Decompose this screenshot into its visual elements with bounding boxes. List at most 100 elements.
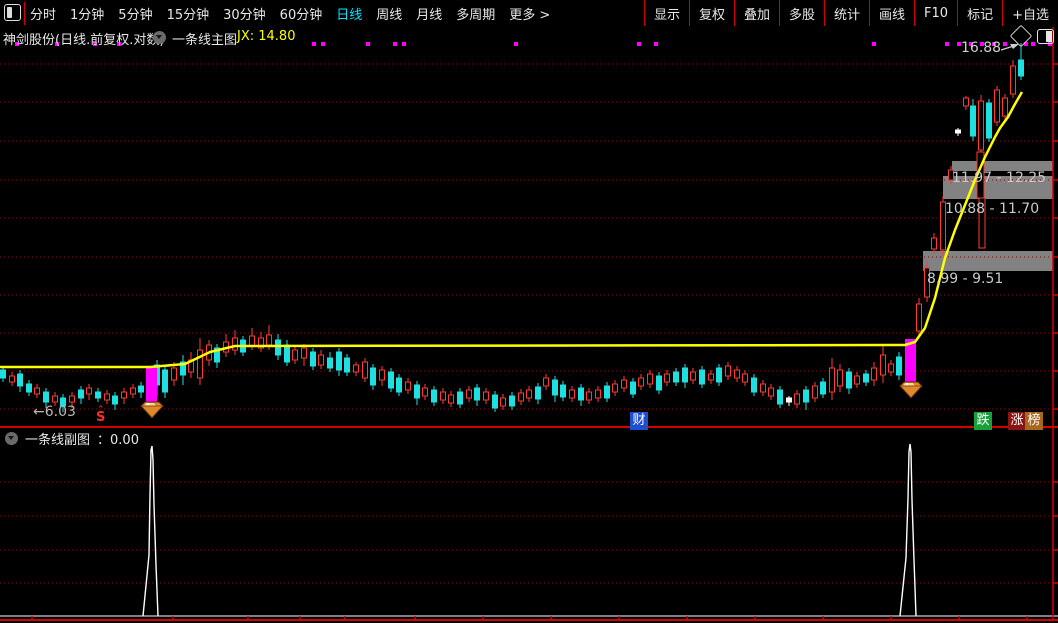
candle-body [284, 344, 290, 363]
signal-dot [312, 42, 316, 46]
low-price-callout: ←6.03 [33, 404, 76, 420]
candle-body [552, 379, 558, 396]
candle-body [647, 373, 653, 385]
candle-body [43, 391, 49, 403]
candle-body [1018, 59, 1024, 77]
candle-body [138, 385, 144, 393]
candle-body [734, 369, 740, 379]
candle-body [9, 375, 15, 383]
candle-body [829, 367, 835, 393]
candle-body [812, 385, 818, 399]
candle-body [760, 383, 766, 393]
candle-body [560, 384, 566, 398]
one-line-ma [0, 91, 1024, 369]
candle-body [362, 361, 368, 379]
candle-body [978, 100, 984, 151]
candle-body [310, 351, 316, 367]
candle-body [448, 394, 454, 404]
diamond-gem-sparkle [146, 402, 150, 406]
candle-body [777, 389, 783, 405]
kline-chart-canvas[interactable] [0, 0, 1058, 623]
badge-finance[interactable]: 财 [630, 412, 648, 430]
candle-body [742, 373, 748, 383]
candle-body [232, 337, 238, 351]
candle-body [682, 367, 688, 383]
candle-body [931, 237, 937, 250]
candle-body [526, 389, 532, 399]
candle-body [690, 371, 696, 381]
split-window-icon[interactable] [1037, 29, 1054, 44]
candle-body [457, 391, 463, 405]
candle-body [543, 377, 549, 387]
candle-body [820, 381, 826, 395]
badge-rise[interactable]: 涨 [1008, 412, 1026, 430]
main-indicator-name: 一条线主图 [172, 33, 238, 48]
candle-body [896, 356, 902, 376]
gap-band-label-2: 10.88 - 11.70 [945, 201, 1040, 217]
candle-body [17, 373, 23, 387]
candle-body [803, 389, 809, 403]
candle-body [673, 371, 679, 383]
candle-body [86, 387, 92, 395]
candle-body [863, 373, 869, 383]
candle-body [344, 357, 350, 373]
candle-body [994, 89, 1000, 123]
signal-dot [1031, 42, 1035, 46]
candle-body [34, 387, 40, 395]
candle-body [370, 367, 376, 386]
candle-body [955, 129, 961, 134]
signal-dot [637, 42, 641, 46]
badge-fall[interactable]: 跌 [974, 412, 992, 430]
candle-body [26, 383, 32, 393]
trading-app-window: 分时 1分钟 5分钟 15分钟 30分钟 60分钟 日线 周线 月线 多周期 更… [0, 0, 1058, 623]
candle-body [414, 384, 420, 399]
high-price-callout: 16.88 [961, 40, 1002, 56]
candle-body [483, 391, 489, 401]
candle-body [0, 369, 6, 379]
candle-body [604, 385, 610, 399]
candle-body [197, 349, 203, 379]
candle-body [121, 391, 127, 399]
candle-body [794, 393, 800, 405]
candle-body [292, 349, 298, 361]
candle-body [78, 389, 84, 399]
candle-body [854, 375, 860, 385]
candle-body [888, 363, 894, 373]
candle-body [1002, 97, 1008, 117]
candle-body [916, 303, 922, 332]
signal-dot [393, 42, 397, 46]
candle-body [95, 391, 101, 399]
candle-body [970, 105, 976, 137]
candle-body [612, 383, 618, 393]
badge-rank[interactable]: 榜 [1025, 412, 1043, 430]
candle-body [535, 386, 541, 400]
candle-body [466, 389, 472, 399]
candle-body [405, 381, 411, 391]
candle-body [846, 371, 852, 389]
candle-body [318, 354, 324, 366]
candle-body [69, 395, 75, 403]
candle-body [474, 387, 480, 401]
signal-spike [142, 445, 159, 617]
candle-body [656, 375, 662, 391]
candle-body [492, 394, 498, 409]
candle-body [509, 395, 515, 407]
stock-title: 神剑股份(日线.前复权.对数) [3, 33, 165, 48]
sub-indicator-value: ：0.00 [97, 433, 139, 448]
candle-body [162, 369, 168, 393]
signal-spike [899, 443, 917, 617]
candle-body [518, 392, 524, 402]
candle-body [379, 369, 385, 381]
s-signal-marker: ˆS [96, 404, 106, 425]
chevron-down-circle-icon[interactable] [153, 31, 166, 44]
candle-body [104, 393, 110, 401]
candle-body [275, 339, 281, 356]
candle-body [664, 373, 670, 383]
chevron-down-circle-icon[interactable] [5, 432, 18, 445]
candle-body [963, 97, 969, 107]
candle-body [768, 387, 774, 397]
candle-body [396, 377, 402, 393]
candle-body [880, 354, 886, 376]
candle-body [595, 389, 601, 399]
candle-body [725, 365, 731, 377]
